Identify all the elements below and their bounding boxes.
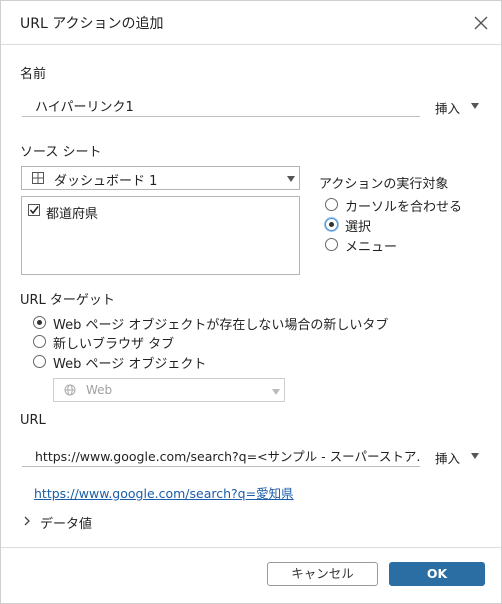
url-value: https://www.google.com/search?q=<サンプル - … bbox=[35, 449, 419, 464]
run-on-option-select[interactable]: 選択 bbox=[345, 216, 371, 235]
name-insert-button[interactable]: 挿入 bbox=[435, 98, 460, 117]
source-sheet-selected: ダッシュボード 1 bbox=[54, 174, 158, 189]
ok-button[interactable]: OK bbox=[389, 562, 485, 586]
sheet-list: 都道府県 bbox=[21, 196, 300, 275]
name-field[interactable]: ハイパーリンク1 bbox=[22, 93, 420, 117]
url-target-option-web-page-object[interactable]: Web ページ オブジェクト bbox=[53, 353, 206, 372]
cancel-button[interactable]: キャンセル bbox=[267, 562, 378, 586]
globe-icon bbox=[64, 384, 76, 396]
sheet-label: 都道府県 bbox=[46, 207, 99, 222]
footer-divider bbox=[1, 547, 501, 548]
url-field[interactable]: https://www.google.com/search?q=<サンプル - … bbox=[22, 443, 420, 467]
checkmark-icon bbox=[29, 206, 39, 215]
radio-new-tab-if-none[interactable] bbox=[33, 316, 46, 329]
url-target-option-new-browser-tab[interactable]: 新しいブラウザ タブ bbox=[53, 333, 174, 352]
source-sheet-select[interactable]: ダッシュボード 1 bbox=[21, 166, 300, 190]
url-label: URL bbox=[20, 413, 46, 428]
close-icon[interactable] bbox=[471, 13, 491, 33]
radio-web-page-object[interactable] bbox=[33, 355, 46, 368]
radio-new-browser-tab[interactable] bbox=[33, 335, 46, 348]
web-object-value: Web bbox=[86, 383, 113, 397]
source-sheet-label: ソース シート bbox=[20, 145, 102, 160]
url-insert-button[interactable]: 挿入 bbox=[435, 448, 460, 467]
chevron-right-icon[interactable] bbox=[23, 516, 31, 526]
sheet-checkbox[interactable] bbox=[28, 204, 40, 216]
dashboard-icon bbox=[32, 172, 44, 184]
url-preview-link[interactable]: https://www.google.com/search?q=愛知県 bbox=[34, 483, 294, 502]
name-value: ハイパーリンク1 bbox=[35, 100, 134, 115]
run-on-label: アクションの実行対象 bbox=[319, 177, 449, 192]
dialog-title: URL アクションの追加 bbox=[20, 16, 164, 32]
radio-hover[interactable] bbox=[325, 198, 338, 211]
radio-select[interactable] bbox=[325, 218, 338, 231]
sheet-list-item[interactable]: 都道府県 bbox=[28, 203, 268, 222]
run-on-option-hover[interactable]: カーソルを合わせる bbox=[345, 196, 462, 215]
name-label: 名前 bbox=[20, 67, 47, 82]
url-target-label: URL ターゲット bbox=[20, 293, 115, 308]
run-on-option-menu[interactable]: メニュー bbox=[345, 236, 397, 255]
url-insert-chevron-icon[interactable] bbox=[471, 453, 479, 459]
url-action-dialog: URL アクションの追加 名前 ハイパーリンク1 挿入 ソース シート ダッシュ… bbox=[0, 0, 502, 604]
url-target-option-new-tab-if-none[interactable]: Web ページ オブジェクトが存在しない場合の新しいタブ bbox=[53, 314, 388, 333]
web-object-select: Web bbox=[53, 378, 285, 402]
name-insert-chevron-icon[interactable] bbox=[471, 103, 479, 109]
radio-menu[interactable] bbox=[325, 238, 338, 251]
data-values-toggle[interactable]: データ値 bbox=[40, 513, 92, 532]
chevron-down-icon bbox=[272, 389, 280, 395]
chevron-down-icon bbox=[287, 176, 295, 182]
title-bar: URL アクションの追加 bbox=[1, 1, 501, 45]
